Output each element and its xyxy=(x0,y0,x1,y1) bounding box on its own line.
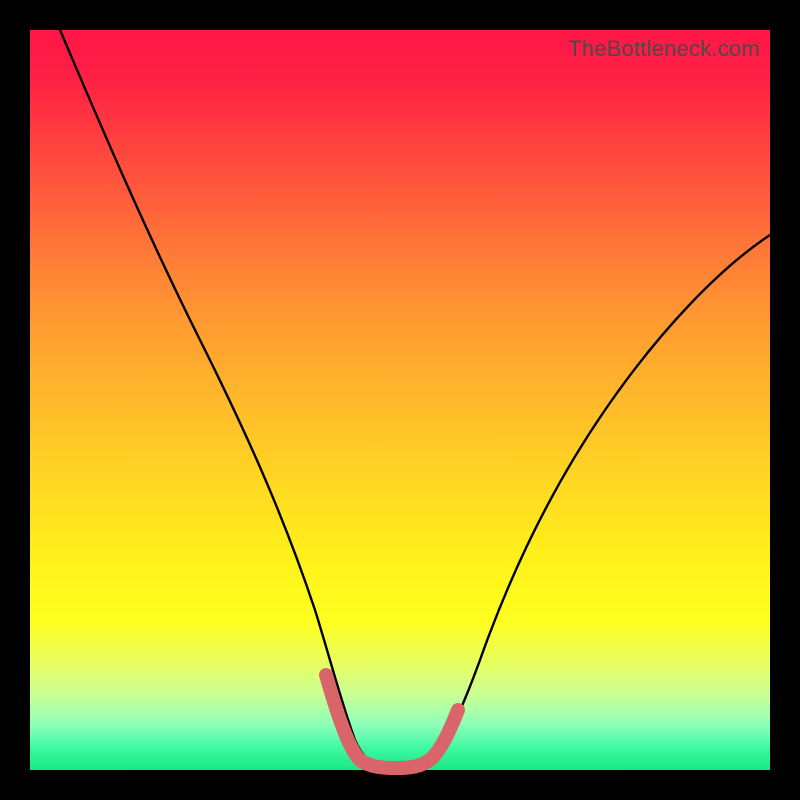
curve-layer xyxy=(30,30,770,770)
chart-frame: TheBottleneck.com xyxy=(0,0,800,800)
plot-area: TheBottleneck.com xyxy=(30,30,770,770)
bottleneck-curve xyxy=(60,30,770,766)
valley-highlight xyxy=(326,675,458,768)
